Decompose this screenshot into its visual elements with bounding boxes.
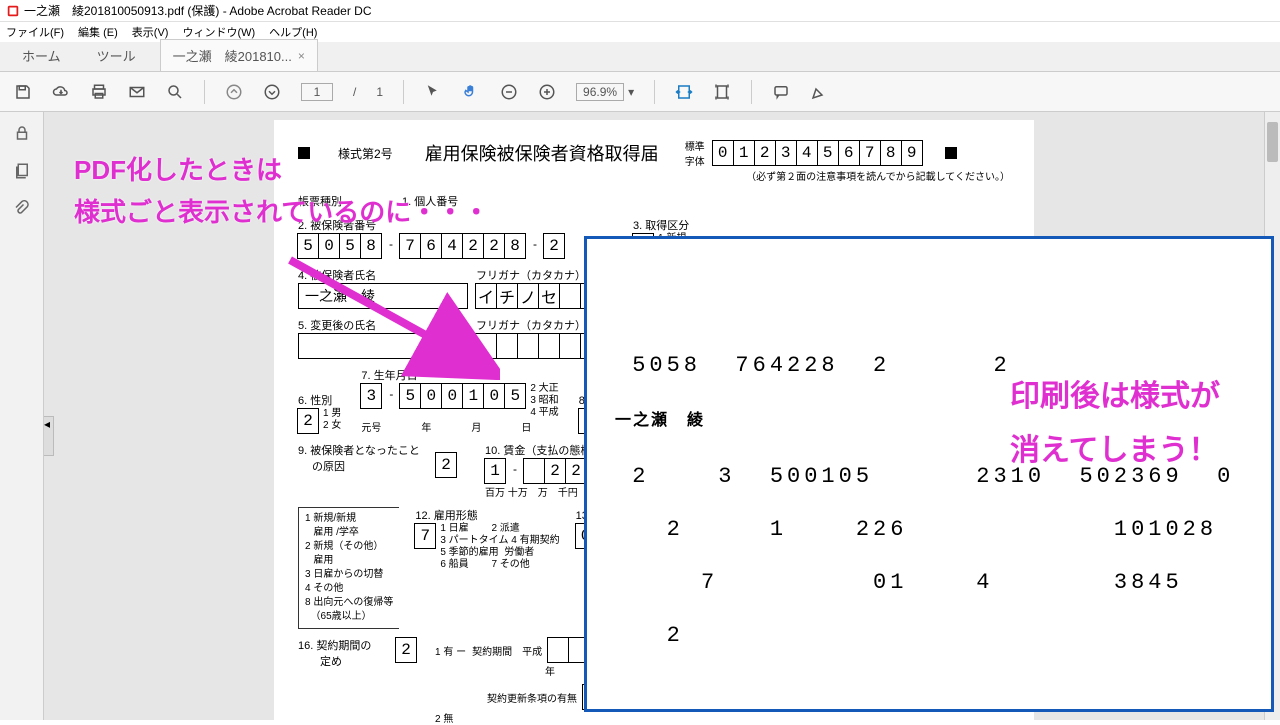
s16-renew-label: 契約更新条項の有無 [487,690,577,705]
window-title: 一之瀬 綾201810050913.pdf (保護) - Adobe Acrob… [24,2,372,19]
s9-value: 2 [435,452,457,478]
tab-tools[interactable]: ツール [85,40,148,71]
s7-era-options: 2 大正 3 昭和 4 平成 [530,383,558,419]
sample-digits-label: 標準 字体 [685,138,705,168]
digit-cell: 5 [504,383,526,409]
attachment-icon[interactable] [13,200,31,218]
menu-file[interactable]: ファイル(F) [6,24,64,40]
digit-cell: 3 [360,383,382,409]
s16-value: 2 [395,637,417,663]
print-icon[interactable] [90,83,108,101]
printed-row: 2 1 226 101028 [615,517,1243,542]
scrollbar-thumb[interactable] [1267,122,1278,162]
annotation-print-note: 印刷後は様式が 消えてしまう！ [1010,370,1220,478]
tab-bar: ホーム ツール 一之瀬 綾201810... × [0,42,1280,72]
s6-value: 2 [297,408,319,434]
printed-row: 7 01 4 3845 [615,570,1243,595]
fit-page-icon[interactable] [713,83,731,101]
label-s16: 16. 契約期間の 定め [298,637,388,669]
digit-cell: セ [538,283,560,309]
page-down-icon[interactable] [263,83,281,101]
digit-cell: 1 [484,458,506,484]
annotation-arrow [280,250,500,380]
digit-cell [517,333,539,359]
s12-value: 7 [414,523,436,549]
menu-view[interactable]: 表示(V) [132,24,169,40]
digit-cell: 0 [420,383,442,409]
digit-cell: 3 [775,140,797,166]
sample-digits-row: 0123456789 [713,140,923,166]
tab-document-label: 一之瀬 綾201810... [173,46,292,65]
page-number-input[interactable]: 1 [301,83,333,101]
panel-handle[interactable]: ◂ [44,416,54,456]
chevron-down-icon[interactable]: ▾ [628,85,634,99]
zoom-out-icon[interactable] [500,83,518,101]
label-s3: 3. 取得区分 [633,217,696,233]
tab-document[interactable]: 一之瀬 綾201810... × [160,39,318,71]
annotation-pdf-note: PDF化したときは 様式ごと表示されているのに・・・ [74,150,489,233]
toolbar: 1 / 1 96.9% ▾ [0,72,1280,112]
s6-options: 1 男 2 女 [323,408,341,434]
s9-options: 1 新規/新規 雇用 /学卒 2 新規（その他） 雇用 3 日雇からの切替 4 … [298,507,399,629]
page-separator: / [353,85,356,99]
side-toolbar [0,112,44,720]
printed-row: 2 [615,623,1243,648]
digit-cell: 0 [483,383,505,409]
digit-cell: 5 [399,383,421,409]
sign-icon[interactable] [810,83,828,101]
page-total: 1 [376,85,383,99]
digit-cell: 0 [712,140,734,166]
pdf-app-icon [6,4,20,18]
s12-options: 1 日雇 2 派遣 3 パートタイム 4 有期契約 5 季節的雇用 労働者 6 … [440,523,559,571]
digit-cell [559,283,581,309]
digit-cell: 2 [754,140,776,166]
digit-cell [547,637,569,663]
menu-help[interactable]: ヘルプ(H) [269,24,317,40]
s16-period-label: 契約期間 平成 [472,643,542,658]
window-titlebar: 一之瀬 綾201810050913.pdf (保護) - Adobe Acrob… [0,0,1280,22]
page-up-icon[interactable] [225,83,243,101]
s7-footer: 元号 年 月 日 [361,419,558,434]
zoom-value[interactable]: 96.9% [576,83,624,101]
alignment-marker [945,147,957,159]
label-s6: 6. 性別 [298,392,341,408]
digit-cell: 9 [901,140,923,166]
save-icon[interactable] [14,83,32,101]
digit-cell: ノ [517,283,539,309]
pointer-icon[interactable] [424,83,442,101]
pages-icon[interactable] [13,162,31,180]
label-s12: 12. 雇用形態 [415,507,559,523]
mail-icon[interactable] [128,83,146,101]
cloud-icon[interactable] [52,83,70,101]
digit-cell: 6 [838,140,860,166]
tab-home[interactable]: ホーム [10,40,73,71]
digit-cell: 7 [859,140,881,166]
label-s9: 9. 被保険者となったこと の原因 [298,442,428,474]
digit-cell [559,333,581,359]
digit-cell: 4 [796,140,818,166]
digit-cell: 8 [504,233,526,259]
digit-cell [538,333,560,359]
s16-opt1: 1 有 ー [435,643,466,658]
digit-cell: 5 [817,140,839,166]
digit-cell: 2 [544,458,566,484]
digit-cell [523,458,545,484]
zoom-in-icon[interactable] [538,83,556,101]
menu-window[interactable]: ウィンドウ(W) [182,24,255,40]
digit-cell: 0 [441,383,463,409]
digit-cell: 1 [462,383,484,409]
close-icon[interactable]: × [298,49,305,63]
fit-width-icon[interactable] [675,83,693,101]
lock-icon[interactable] [13,124,31,142]
digit-cell: 2 [543,233,565,259]
comment-icon[interactable] [772,83,790,101]
s16-opt2: 2 無 [435,710,730,725]
digit-cell: 1 [733,140,755,166]
digit-cell: 8 [880,140,902,166]
menu-edit[interactable]: 編集 (E) [78,24,118,40]
search-icon[interactable] [166,83,184,101]
hand-icon[interactable] [462,83,480,101]
